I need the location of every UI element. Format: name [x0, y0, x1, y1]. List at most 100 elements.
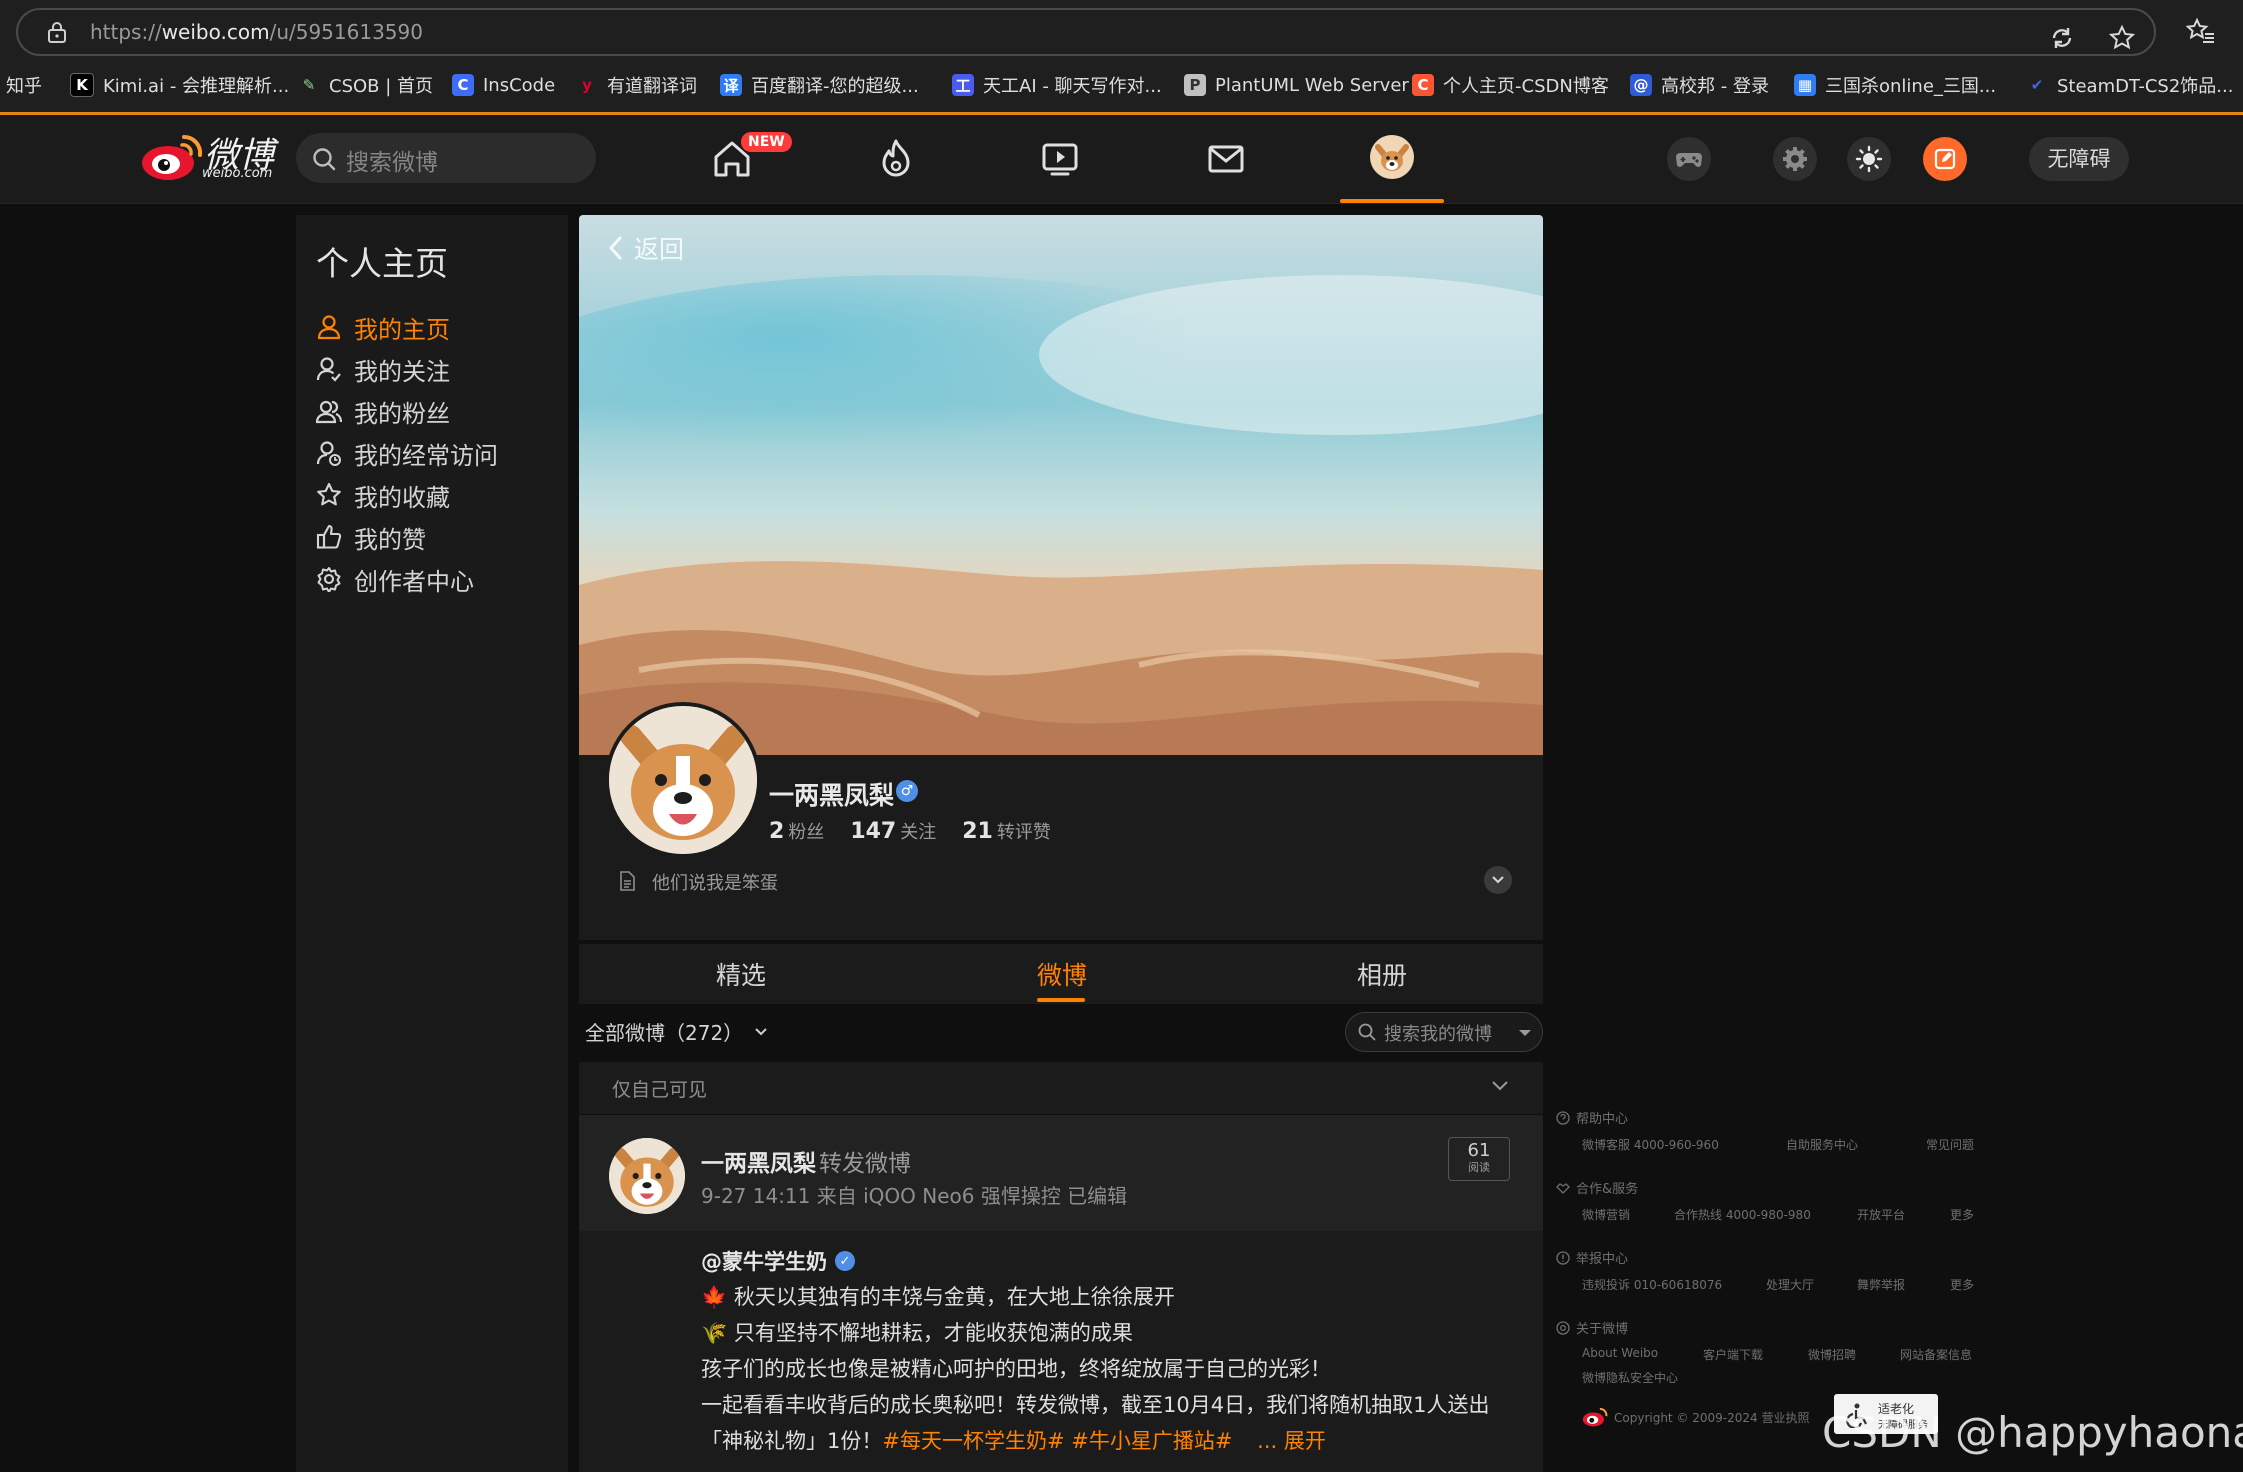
nav-message-button[interactable]: [1202, 135, 1250, 183]
male-gender-icon: ♂: [896, 780, 918, 802]
expand-post-link[interactable]: ... 展开: [1257, 1429, 1326, 1453]
csdn-favicon-icon: C: [1412, 74, 1434, 96]
bookmark-item[interactable]: ▦ 三国杀online_三国...: [1794, 70, 1996, 100]
nav-profile-avatar[interactable]: [1368, 133, 1416, 181]
sidebar-item-frequent[interactable]: 我的经常访问: [316, 433, 556, 473]
favorites-list-icon[interactable]: [2186, 17, 2214, 45]
footer-link[interactable]: 常见问题: [1926, 1136, 1974, 1153]
bookmark-item[interactable]: 工天工AI - 聊天写作对...: [952, 70, 1162, 100]
address-bar[interactable]: https://weibo.com/u/5951613590: [16, 8, 2156, 56]
footer-link[interactable]: 违规投诉 010-60618076: [1582, 1276, 1722, 1293]
footer-link[interactable]: 微博招聘: [1808, 1346, 1856, 1363]
csdn-watermark: CSDN @happyhaonan: [1822, 1408, 2243, 1457]
hashtag-link[interactable]: #每天一杯学生奶#: [882, 1429, 1064, 1453]
footer-link[interactable]: About Weibo: [1582, 1346, 1658, 1360]
theme-toggle-button[interactable]: [1847, 137, 1891, 181]
footer-link[interactable]: 合作热线 4000-980-980: [1674, 1206, 1811, 1223]
kimi-favicon-icon: K: [70, 73, 94, 97]
back-button[interactable]: 返回: [606, 230, 684, 266]
alert-icon: [1556, 1250, 1570, 1265]
bookmark-item[interactable]: 译百度翻译-您的超级...: [720, 70, 919, 100]
bookmark-item[interactable]: P PlantUML Web Server: [1184, 70, 1409, 100]
refresh-icon[interactable]: [2048, 24, 2076, 52]
bookmark-item[interactable]: y 有道翻译词: [576, 70, 697, 100]
footer-link[interactable]: 开放平台: [1857, 1206, 1905, 1223]
sun-icon: [1855, 145, 1883, 173]
tiangong-favicon-icon: 工: [952, 74, 974, 96]
profile-avatar[interactable]: [605, 702, 761, 858]
weibo-search-box[interactable]: 搜索微博: [296, 133, 596, 183]
bookmark-item[interactable]: @ 高校邦 - 登录: [1630, 70, 1769, 100]
stat-interactions[interactable]: 21 转评赞: [962, 818, 1051, 844]
game-button[interactable]: [1667, 137, 1711, 181]
footer-link[interactable]: 客户端下载: [1703, 1346, 1763, 1363]
bookmark-item[interactable]: C InsCode: [452, 70, 555, 100]
bookmark-item[interactable]: C 个人主页-CSDN博客: [1412, 70, 1609, 100]
bookmark-item[interactable]: K Kimi.ai - 会推理解析...: [70, 70, 289, 100]
bookmark-item[interactable]: 知乎: [6, 70, 42, 100]
tab-album[interactable]: 相册: [1357, 956, 1407, 992]
handshake-icon: [1556, 1182, 1570, 1194]
read-count-label: 阅读: [1468, 1161, 1490, 1174]
hashtag-link[interactable]: #牛小星广播站#: [1071, 1429, 1232, 1453]
footer-link[interactable]: 微博隐私安全中心: [1582, 1369, 1678, 1386]
accessibility-button[interactable]: 无障碍: [2029, 137, 2129, 181]
footer-link[interactable]: 自助服务中心: [1786, 1136, 1858, 1153]
post-action-label: 转发微博: [819, 1151, 911, 1177]
post-text-line: 🌾 只有坚持不懈地耕耘，才能收获饱满的成果: [701, 1321, 1133, 1345]
footer-link[interactable]: 更多: [1950, 1206, 1974, 1223]
footer-link[interactable]: 舞弊举报: [1857, 1276, 1905, 1293]
favorite-star-icon[interactable]: [2108, 24, 2136, 52]
original-author-link[interactable]: @蒙牛学生奶: [701, 1246, 827, 1276]
sidebar-item-favorites[interactable]: 我的收藏: [316, 475, 556, 515]
feed-filter-dropdown[interactable]: 全部微博（272）: [585, 1017, 769, 1046]
search-my-posts-box[interactable]: 搜索我的微博: [1345, 1012, 1543, 1052]
sidebar-item-creator-center[interactable]: 创作者中心: [316, 559, 556, 599]
back-label: 返回: [634, 235, 685, 264]
lock-icon[interactable]: [46, 20, 68, 44]
search-input[interactable]: 搜索微博: [346, 143, 438, 177]
profile-expand-button[interactable]: [1484, 866, 1512, 894]
star-icon: [317, 482, 341, 506]
url-text[interactable]: https://weibo.com/u/5951613590: [90, 20, 423, 44]
post-author-avatar[interactable]: [609, 1138, 685, 1214]
post-author-name[interactable]: 一两黑凤梨: [701, 1144, 816, 1178]
weibo-logo-icon[interactable]: [140, 131, 204, 183]
footer-link[interactable]: 微博营销: [1582, 1206, 1630, 1223]
compose-button[interactable]: [1923, 137, 1967, 181]
bookmark-item[interactable]: ✎ CSOB | 首页: [298, 70, 433, 100]
search-my-posts-input[interactable]: 搜索我的微博: [1384, 1020, 1492, 1046]
inscode-favicon-icon: C: [452, 74, 474, 96]
sidebar-item-likes[interactable]: 我的赞: [316, 517, 556, 557]
bookmark-label: 三国杀online_三国...: [1825, 76, 1997, 97]
stat-following[interactable]: 147 关注: [850, 818, 936, 844]
settings-button[interactable]: [1773, 137, 1817, 181]
footer-report-title: 举报中心: [1556, 1248, 1628, 1267]
tab-weibo[interactable]: 微博: [1037, 956, 1087, 992]
stat-fans[interactable]: 2 粉丝: [769, 818, 824, 844]
sidebar-item-fans[interactable]: 我的粉丝: [316, 391, 556, 431]
footer-link[interactable]: 微博客服 4000-960-960: [1582, 1136, 1719, 1153]
sidebar-item-label: 我的主页: [354, 315, 450, 344]
thumbs-up-icon: [316, 524, 342, 549]
post-text-segment: 「神秘礼物」1份！: [701, 1429, 883, 1453]
bookmark-label: 有道翻译词: [607, 76, 697, 97]
caret-down-icon[interactable]: [1518, 1029, 1532, 1037]
sidebar-item-following[interactable]: 我的关注: [316, 349, 556, 389]
youdao-favicon-icon: y: [582, 76, 592, 94]
bookmark-label: PlantUML Web Server: [1215, 74, 1409, 96]
footer-link[interactable]: 网站备案信息: [1900, 1346, 1972, 1363]
sidebar-item-my-home[interactable]: 我的主页: [316, 307, 556, 347]
chevron-down-icon[interactable]: [1491, 1080, 1509, 1092]
nav-hot-button[interactable]: [872, 135, 920, 183]
nav-video-button[interactable]: [1036, 135, 1084, 183]
feed-filter-label: 全部微博（272）: [585, 1021, 744, 1045]
footer-link[interactable]: 处理大厅: [1766, 1276, 1814, 1293]
tab-featured[interactable]: 精选: [716, 956, 766, 992]
fans-icon: [316, 400, 342, 424]
visibility-bar[interactable]: 仅自己可见: [579, 1062, 1543, 1114]
bookmark-item[interactable]: ✔ SteamDT-CS2饰品...: [2026, 70, 2234, 100]
footer-link[interactable]: 更多: [1950, 1276, 1974, 1293]
chevron-left-icon: [608, 236, 622, 260]
bookmark-label: 高校邦 - 登录: [1661, 76, 1769, 97]
